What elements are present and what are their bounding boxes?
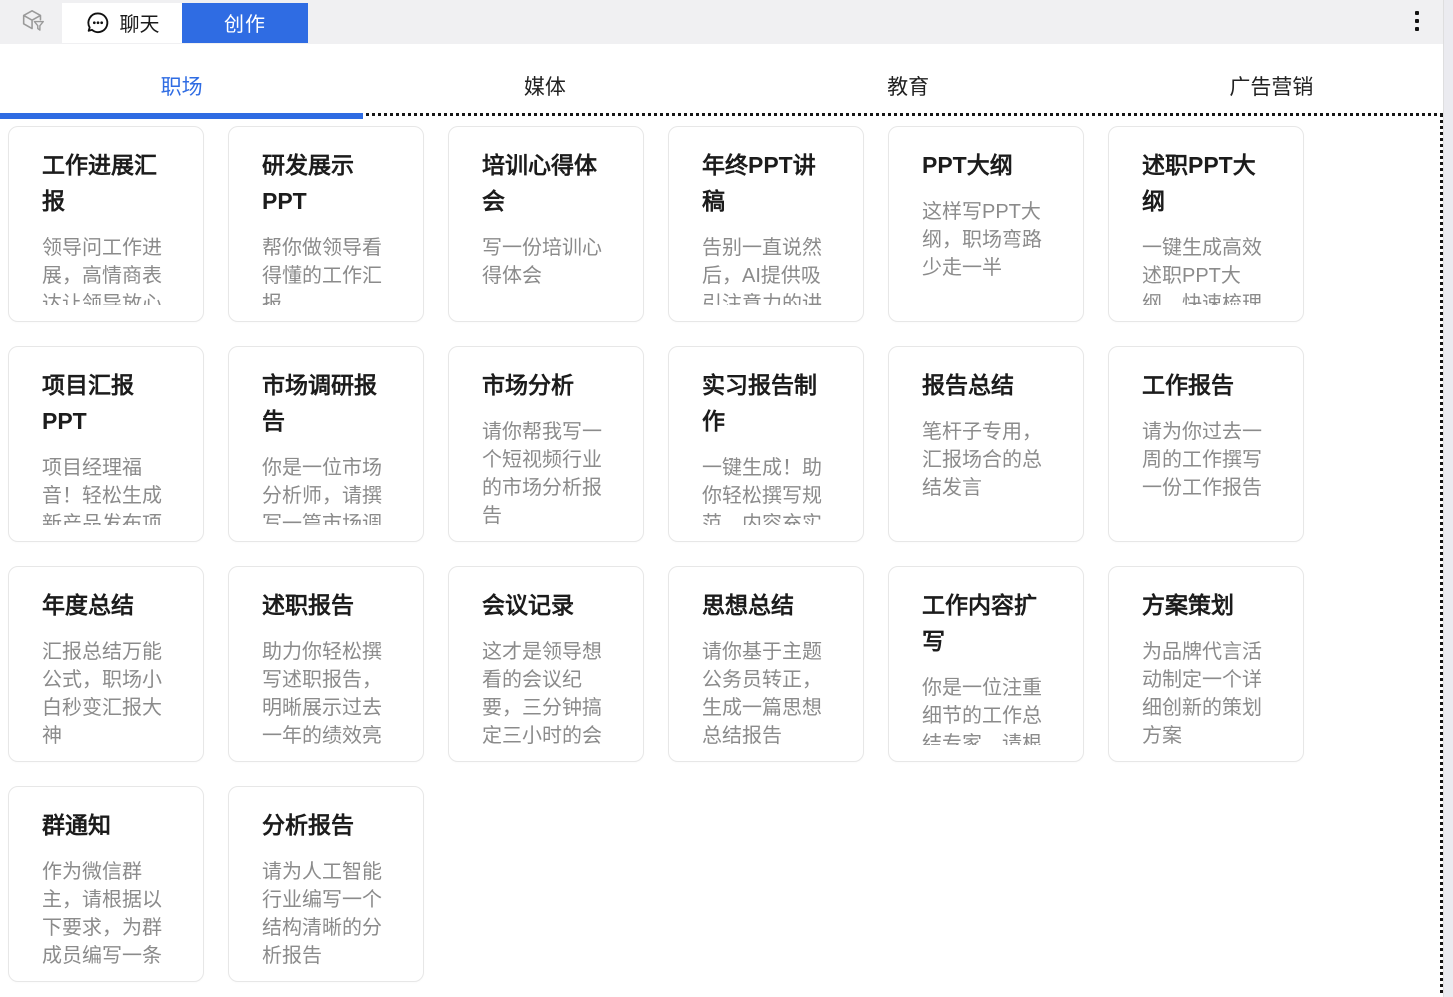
card-description: 请为人工智能行业编写一个结构清晰的分析报告 <box>262 858 390 965</box>
card-description: 一键生成高效述职PPT大纲，快速梳理重点 <box>1142 234 1270 305</box>
card-description: 一键生成！助你轻松撰写规范、内容充实的实习报告 <box>702 454 830 525</box>
card-description: 告别一直说然后，AI提供吸引注意力的讲稿 <box>702 234 830 305</box>
card-title: 工作内容扩写 <box>922 587 1050 659</box>
card-title: 群通知 <box>42 807 170 843</box>
category-tab-0[interactable]: 职场 <box>0 44 363 113</box>
card-title: 述职PPT大纲 <box>1142 147 1270 219</box>
card-title: 培训心得体会 <box>482 147 610 219</box>
prompt-card[interactable]: 市场分析 请你帮我写一个短视频行业的市场分析报告 <box>448 346 644 542</box>
prompt-card[interactable]: 年终PPT讲稿 告别一直说然后，AI提供吸引注意力的讲稿 <box>668 126 864 322</box>
card-title: 市场调研报告 <box>262 367 390 439</box>
prompt-card[interactable]: 思想总结 请你基于主题公务员转正，生成一篇思想总结报告 <box>668 566 864 762</box>
card-description: 写一份培训心得体会 <box>482 234 610 290</box>
prompt-card[interactable]: 述职PPT大纲 一键生成高效述职PPT大纲，快速梳理重点 <box>1108 126 1304 322</box>
category-tab-label: 广告营销 <box>1229 71 1313 101</box>
card-title: 报告总结 <box>922 367 1050 403</box>
cube-filter-glyph <box>18 8 48 36</box>
card-description: 请你基于主题公务员转正，生成一篇思想总结报告 <box>702 638 830 745</box>
tab-chat-label: 聊天 <box>120 8 160 37</box>
prompt-card[interactable]: 研发展示PPT 帮你做领导看得懂的工作汇报 <box>228 126 424 322</box>
prompt-card[interactable]: 群通知 作为微信群主，请根据以下要求，为群成员编写一条群通知 <box>8 786 204 982</box>
prompt-card[interactable]: 分析报告 请为人工智能行业编写一个结构清晰的分析报告 <box>228 786 424 982</box>
prompt-card[interactable]: 方案策划 为品牌代言活动制定一个详细创新的策划方案 <box>1108 566 1304 762</box>
card-description: 帮你做领导看得懂的工作汇报 <box>262 234 390 305</box>
prompt-card[interactable]: 工作进展汇报 领导问工作进展，高情商表达让领导放心 <box>8 126 204 322</box>
prompt-card[interactable]: 培训心得体会 写一份培训心得体会 <box>448 126 644 322</box>
scrollbar-track[interactable] <box>1443 0 1453 997</box>
cube-filter-icon[interactable] <box>16 6 50 38</box>
card-title: 工作进展汇报 <box>42 147 170 219</box>
prompt-card[interactable]: 项目汇报PPT 项目经理福音！轻松生成新产品发布项目汇报 <box>8 346 204 542</box>
topbar: 聊天 创作 <box>0 0 1453 44</box>
category-tab-3[interactable]: 广告营销 <box>1090 44 1453 113</box>
category-tab-label: 教育 <box>887 71 929 101</box>
card-title: 思想总结 <box>702 587 830 623</box>
category-tab-label: 职场 <box>161 71 203 101</box>
card-title: 会议记录 <box>482 587 610 623</box>
prompt-card[interactable]: 工作内容扩写 你是一位注重细节的工作总结专家，请根据要求扩写 <box>888 566 1084 762</box>
category-bar: 职场 媒体 教育 广告营销 <box>0 44 1453 113</box>
tab-create[interactable]: 创作 <box>182 3 308 43</box>
prompt-card[interactable]: 述职报告 助力你轻松撰写述职报告，明晰展示过去一年的绩效亮点 <box>228 566 424 762</box>
prompt-card[interactable]: 会议记录 这才是领导想看的会议纪要，三分钟搞定三小时的会议 <box>448 566 644 762</box>
card-description: 笔杆子专用，汇报场合的总结发言 <box>922 418 1050 502</box>
card-title: 工作报告 <box>1142 367 1270 403</box>
cards-area: 工作进展汇报 领导问工作进展，高情商表达让领导放心 研发展示PPT 帮你做领导看… <box>0 113 1443 997</box>
category-tab-label: 媒体 <box>524 71 566 101</box>
tab-chat[interactable]: 聊天 <box>62 3 182 43</box>
prompt-card[interactable]: 年度总结 汇报总结万能公式，职场小白秒变汇报大神 <box>8 566 204 762</box>
card-title: 年终PPT讲稿 <box>702 147 830 219</box>
card-description: 为品牌代言活动制定一个详细创新的策划方案 <box>1142 638 1270 745</box>
card-title: 研发展示PPT <box>262 147 390 219</box>
card-title: 述职报告 <box>262 587 390 623</box>
card-description: 作为微信群主，请根据以下要求，为群成员编写一条群通知 <box>42 858 170 965</box>
card-title: PPT大纲 <box>922 147 1050 183</box>
card-description: 这才是领导想看的会议纪要，三分钟搞定三小时的会议 <box>482 638 610 745</box>
prompt-card[interactable]: 报告总结 笔杆子专用，汇报场合的总结发言 <box>888 346 1084 542</box>
card-description: 你是一位注重细节的工作总结专家，请根据要求扩写 <box>922 674 1050 745</box>
app-window: 聊天 创作 职场 媒体 教育 广告营销 工作进展汇报 领导问工作进展，高情商表达… <box>0 0 1453 997</box>
card-title: 分析报告 <box>262 807 390 843</box>
prompt-card[interactable]: 实习报告制作 一键生成！助你轻松撰写规范、内容充实的实习报告 <box>668 346 864 542</box>
prompt-card[interactable]: PPT大纲 这样写PPT大纲，职场弯路少走一半 <box>888 126 1084 322</box>
mode-tab-group: 聊天 创作 <box>62 3 308 43</box>
card-title: 实习报告制作 <box>702 367 830 439</box>
card-description: 助力你轻松撰写述职报告，明晰展示过去一年的绩效亮点 <box>262 638 390 745</box>
card-description: 项目经理福音！轻松生成新产品发布项目汇报 <box>42 454 170 525</box>
chat-bubble-icon <box>85 10 111 36</box>
card-title: 市场分析 <box>482 367 610 403</box>
prompt-card[interactable]: 工作报告 请为你过去一周的工作撰写一份工作报告 <box>1108 346 1304 542</box>
card-title: 项目汇报PPT <box>42 367 170 439</box>
prompt-card[interactable]: 市场调研报告 你是一位市场分析师，请撰写一篇市场调研报告 <box>228 346 424 542</box>
card-description: 请你帮我写一个短视频行业的市场分析报告 <box>482 418 610 525</box>
category-tab-1[interactable]: 媒体 <box>363 44 726 113</box>
card-description: 汇报总结万能公式，职场小白秒变汇报大神 <box>42 638 170 745</box>
card-description: 领导问工作进展，高情商表达让领导放心 <box>42 234 170 305</box>
card-title: 方案策划 <box>1142 587 1270 623</box>
card-description: 你是一位市场分析师，请撰写一篇市场调研报告 <box>262 454 390 525</box>
cards-grid: 工作进展汇报 领导问工作进展，高情商表达让领导放心 研发展示PPT 帮你做领导看… <box>0 116 1440 982</box>
tab-create-label: 创作 <box>224 8 266 37</box>
card-description: 这样写PPT大纲，职场弯路少走一半 <box>922 198 1050 282</box>
kebab-menu-icon[interactable] <box>1409 9 1425 33</box>
card-description: 请为你过去一周的工作撰写一份工作报告 <box>1142 418 1270 502</box>
card-title: 年度总结 <box>42 587 170 623</box>
category-tab-2[interactable]: 教育 <box>727 44 1090 113</box>
